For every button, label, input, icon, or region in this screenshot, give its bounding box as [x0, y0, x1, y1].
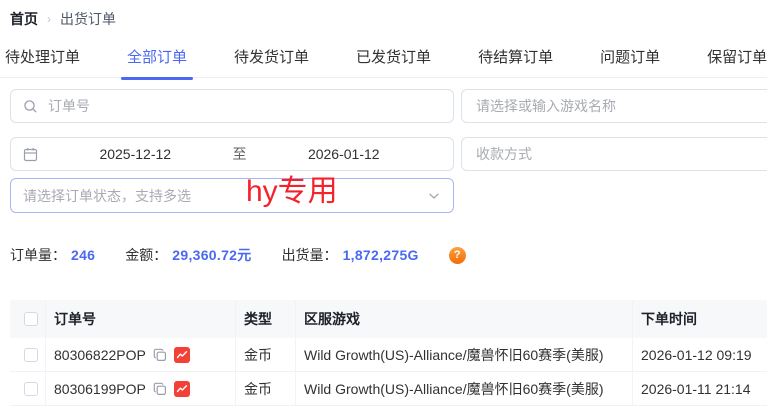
stat-order-count: 订单量： 246	[10, 245, 95, 265]
tab-all-orders[interactable]: 全部订单	[127, 46, 187, 80]
order-status-multiselect[interactable]: 请选择订单状态，支持多选	[10, 178, 454, 213]
order-number-input[interactable]	[46, 97, 441, 115]
tab-to-ship-orders[interactable]: 待发货订单	[234, 46, 309, 80]
breadcrumb: 首页 › 出货订单	[10, 9, 116, 29]
date-range-separator: 至	[233, 144, 247, 164]
server-game: Wild Growth(US)-Alliance/魔兽怀旧60赛季(美服)	[296, 338, 633, 371]
order-status-placeholder: 请选择订单状态，支持多选	[23, 186, 191, 206]
game-name-input[interactable]	[474, 97, 767, 115]
tab-to-settle-orders[interactable]: 待结算订单	[478, 46, 553, 80]
search-icon	[23, 99, 38, 114]
stat-order-count-label: 订单量：	[10, 245, 66, 265]
server-game: Wild Growth(US)-Alliance/魔兽怀旧60赛季(美服)	[296, 372, 633, 405]
order-type: 金币	[236, 338, 296, 371]
row-checkbox[interactable]	[24, 348, 38, 362]
col-order-time: 下单时间	[633, 300, 767, 338]
breadcrumb-home[interactable]: 首页	[10, 9, 38, 29]
date-start-value[interactable]: 2025-12-12	[38, 146, 233, 162]
payment-method-input[interactable]	[474, 145, 767, 163]
order-time: 2026-01-11 21:14	[633, 372, 767, 405]
tab-shipped-orders[interactable]: 已发货订单	[356, 46, 431, 80]
price-trend-icon[interactable]	[174, 347, 190, 363]
stat-shipment: 出货量： 1,872,275G	[282, 245, 419, 265]
stat-amount: 金额： 29,360.72元	[125, 245, 251, 265]
help-icon[interactable]: ?	[449, 247, 466, 264]
tab-pending-orders[interactable]: 待处理订单	[5, 46, 80, 80]
order-number: 80306199POP	[54, 381, 146, 397]
game-name-selectbox	[461, 89, 767, 123]
price-trend-icon[interactable]	[174, 381, 190, 397]
stat-order-count-value: 246	[71, 247, 95, 263]
copy-icon[interactable]	[153, 382, 167, 396]
breadcrumb-current: 出货订单	[60, 9, 116, 29]
date-range-picker[interactable]: 2025-12-12 至 2026-01-12	[10, 137, 454, 171]
orders-table: 订单号 类型 区服游戏 下单时间 80306822POP	[10, 300, 767, 406]
order-tabs-bar: 待处理订单 全部订单 待发货订单 已发货订单 待结算订单 问题订单 保留订单	[0, 46, 767, 78]
chevron-down-icon	[427, 189, 441, 203]
stat-amount-label: 金额：	[125, 245, 167, 265]
order-number-searchbox	[10, 89, 454, 123]
copy-icon[interactable]	[153, 348, 167, 362]
col-order-number: 订单号	[46, 300, 236, 338]
calendar-icon	[23, 147, 38, 162]
order-type: 金币	[236, 372, 296, 405]
date-end-value[interactable]: 2026-01-12	[247, 146, 442, 162]
table-row[interactable]: 80306822POP 金币 Wild Growth(US)-Alliance/…	[10, 338, 767, 372]
tab-problem-orders[interactable]: 问题订单	[600, 46, 660, 80]
stat-amount-value: 29,360.72元	[172, 245, 251, 265]
order-time: 2026-01-12 09:19	[633, 338, 767, 371]
tab-reserved-orders[interactable]: 保留订单	[707, 46, 767, 80]
summary-stats: 订单量： 246 金额： 29,360.72元 出货量： 1,872,275G …	[10, 245, 466, 265]
select-all-checkbox[interactable]	[24, 312, 38, 326]
stat-shipment-value: 1,872,275G	[343, 247, 419, 263]
col-type: 类型	[236, 300, 296, 338]
order-number: 80306822POP	[54, 347, 146, 363]
payment-method-selectbox	[461, 137, 767, 171]
breadcrumb-separator-icon: ›	[47, 12, 51, 26]
col-server-game: 区服游戏	[296, 300, 633, 338]
orders-table-header: 订单号 类型 区服游戏 下单时间	[10, 300, 767, 338]
row-checkbox[interactable]	[24, 382, 38, 396]
stat-shipment-label: 出货量：	[282, 245, 338, 265]
